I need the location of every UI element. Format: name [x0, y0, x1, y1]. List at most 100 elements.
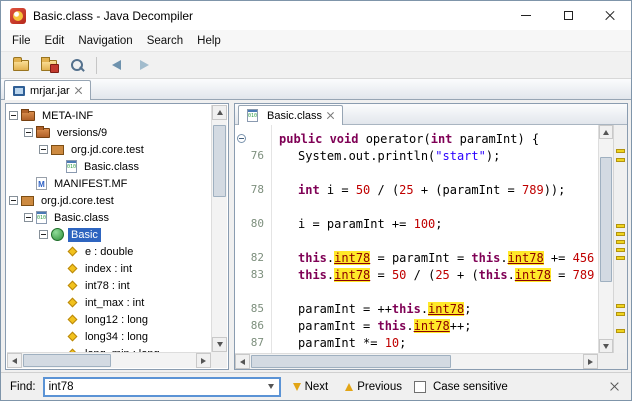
manifest-icon — [36, 177, 47, 190]
find-previous-button[interactable]: Previous — [340, 378, 407, 396]
editor-vertical-scrollbar[interactable] — [598, 125, 613, 353]
back-button[interactable] — [104, 54, 129, 76]
find-input[interactable] — [42, 376, 281, 397]
search-match-marker[interactable] — [616, 248, 625, 253]
collapse-icon[interactable] — [9, 196, 18, 205]
arrow-right-icon — [588, 358, 593, 365]
tree-item-label: Basic.class — [84, 160, 140, 173]
collapse-icon[interactable] — [39, 230, 48, 239]
search-match-marker[interactable] — [616, 256, 625, 261]
maximize-button[interactable] — [547, 1, 589, 30]
minimize-button[interactable] — [505, 1, 547, 30]
search-match-marker[interactable] — [616, 232, 625, 237]
tree-item-int78-int[interactable]: int78 : int — [7, 277, 211, 294]
search-match-marker[interactable] — [616, 329, 625, 334]
tree-item-label: Basic — [68, 227, 101, 242]
search-match-marker[interactable] — [616, 303, 625, 308]
scroll-left-button[interactable] — [235, 354, 250, 369]
search-match-marker[interactable] — [616, 158, 625, 163]
tab-close-icon[interactable] — [327, 112, 334, 119]
token-kw: this — [478, 267, 508, 282]
scroll-right-button[interactable] — [196, 353, 211, 368]
token-kw: this — [377, 318, 407, 333]
token-num: 10 — [384, 335, 400, 350]
tree-item-org-jd-core-test[interactable]: org.jd.core.test — [7, 141, 211, 158]
collapse-icon[interactable] — [24, 128, 33, 137]
menu-search[interactable]: Search — [140, 32, 190, 50]
token-pl: System.out.println( — [298, 148, 436, 163]
token-pl: ++; — [449, 318, 472, 333]
search-match-marker[interactable] — [616, 224, 625, 229]
scroll-up-button[interactable] — [599, 125, 613, 139]
search-match-marker[interactable] — [616, 148, 625, 153]
tree-item-manifest-mf[interactable]: MANIFEST.MF — [7, 175, 211, 192]
find-close-button[interactable] — [606, 379, 622, 395]
code-lines[interactable]: public void operator(int paramInt) {76 Sy… — [235, 125, 598, 353]
tab-basic-class[interactable]: Basic.class — [238, 105, 344, 125]
search-match-marker[interactable] — [616, 311, 625, 316]
scroll-right-button[interactable] — [583, 354, 598, 369]
menu-edit[interactable]: Edit — [38, 32, 72, 50]
collapse-icon[interactable] — [9, 111, 18, 120]
token-num: 456 — [572, 250, 595, 265]
tree-horizontal-scrollbar[interactable] — [7, 352, 211, 368]
tree-item-basic[interactable]: Basic — [7, 226, 211, 243]
scroll-left-button[interactable] — [7, 353, 22, 368]
tree-item-long12-long[interactable]: long12 : long — [7, 311, 211, 328]
tab-close-icon[interactable] — [75, 87, 82, 94]
scrollbar-thumb[interactable] — [23, 354, 111, 367]
case-sensitive-checkbox[interactable] — [413, 380, 426, 393]
find-next-button[interactable]: Next — [288, 378, 334, 396]
field-link-highlighted[interactable]: int78 — [428, 301, 465, 316]
code-line: 83 this.int78 = 50 / (25 + (this.int78 = … — [235, 266, 598, 283]
app-window: Basic.class - Java Decompiler File Edit Na… — [0, 0, 632, 401]
menu-help[interactable]: Help — [190, 32, 228, 50]
package-icon — [51, 144, 64, 155]
collapse-icon[interactable] — [24, 213, 33, 222]
token-pl: += — [543, 250, 573, 265]
scrollbar-thumb[interactable] — [600, 156, 612, 283]
close-button[interactable] — [589, 1, 631, 30]
tree-item-org-jd-core-test[interactable]: org.jd.core.test — [7, 192, 211, 209]
open-jar-button[interactable] — [36, 54, 61, 76]
open-file-button[interactable] — [8, 54, 33, 76]
menu-navigation[interactable]: Navigation — [71, 32, 139, 50]
collapse-icon[interactable] — [39, 145, 48, 154]
scroll-down-button[interactable] — [212, 337, 227, 352]
fold-collapse-icon[interactable] — [237, 134, 246, 143]
menu-file[interactable]: File — [5, 32, 38, 50]
code-line: 86 paramInt = this.int78++; — [235, 317, 598, 334]
tree-item-int-max-int[interactable]: int_max : int — [7, 294, 211, 311]
tree-item-e-double[interactable]: e : double — [7, 243, 211, 260]
tree-vertical-scrollbar[interactable] — [211, 105, 227, 352]
arrow-right-icon — [140, 60, 149, 70]
tree-item-versions-9[interactable]: versions/9 — [7, 124, 211, 141]
scrollbar-thumb[interactable] — [251, 355, 451, 368]
field-link-highlighted[interactable]: int78 — [507, 250, 544, 265]
tree-item-long34-long[interactable]: long34 : long — [7, 328, 211, 345]
tree-item-index-int[interactable]: index : int — [7, 260, 211, 277]
search-match-marker[interactable] — [616, 240, 625, 245]
search-button[interactable] — [64, 54, 89, 76]
editor-horizontal-scrollbar[interactable] — [235, 353, 598, 369]
scroll-up-button[interactable] — [212, 105, 227, 120]
scrollbar-thumb[interactable] — [213, 125, 226, 197]
token-kw: this — [298, 250, 327, 265]
tree-item-long-min-long[interactable]: long_min : long — [7, 345, 211, 352]
field-link-highlighted[interactable]: int78 — [334, 267, 371, 282]
tree-item-basic-class[interactable]: Basic.class — [7, 158, 211, 175]
tree-item-meta-inf[interactable]: META-INF — [7, 107, 211, 124]
field-link-highlighted[interactable]: int78 — [334, 250, 371, 265]
combo-dropdown-button[interactable] — [263, 379, 278, 394]
scroll-down-button[interactable] — [599, 339, 613, 353]
field-link-highlighted[interactable]: int78 — [514, 267, 551, 282]
chevron-down-icon — [267, 384, 274, 389]
field-link-highlighted[interactable]: int78 — [413, 318, 450, 333]
tab-mrjar-jar[interactable]: mrjar.jar — [4, 80, 91, 100]
forward-button[interactable] — [132, 54, 157, 76]
tree-item-basic-class[interactable]: Basic.class — [7, 209, 211, 226]
token-num: 50 — [391, 267, 407, 282]
code-text: int i = 50 / (25 + (paramInt = 789)); — [268, 183, 565, 197]
